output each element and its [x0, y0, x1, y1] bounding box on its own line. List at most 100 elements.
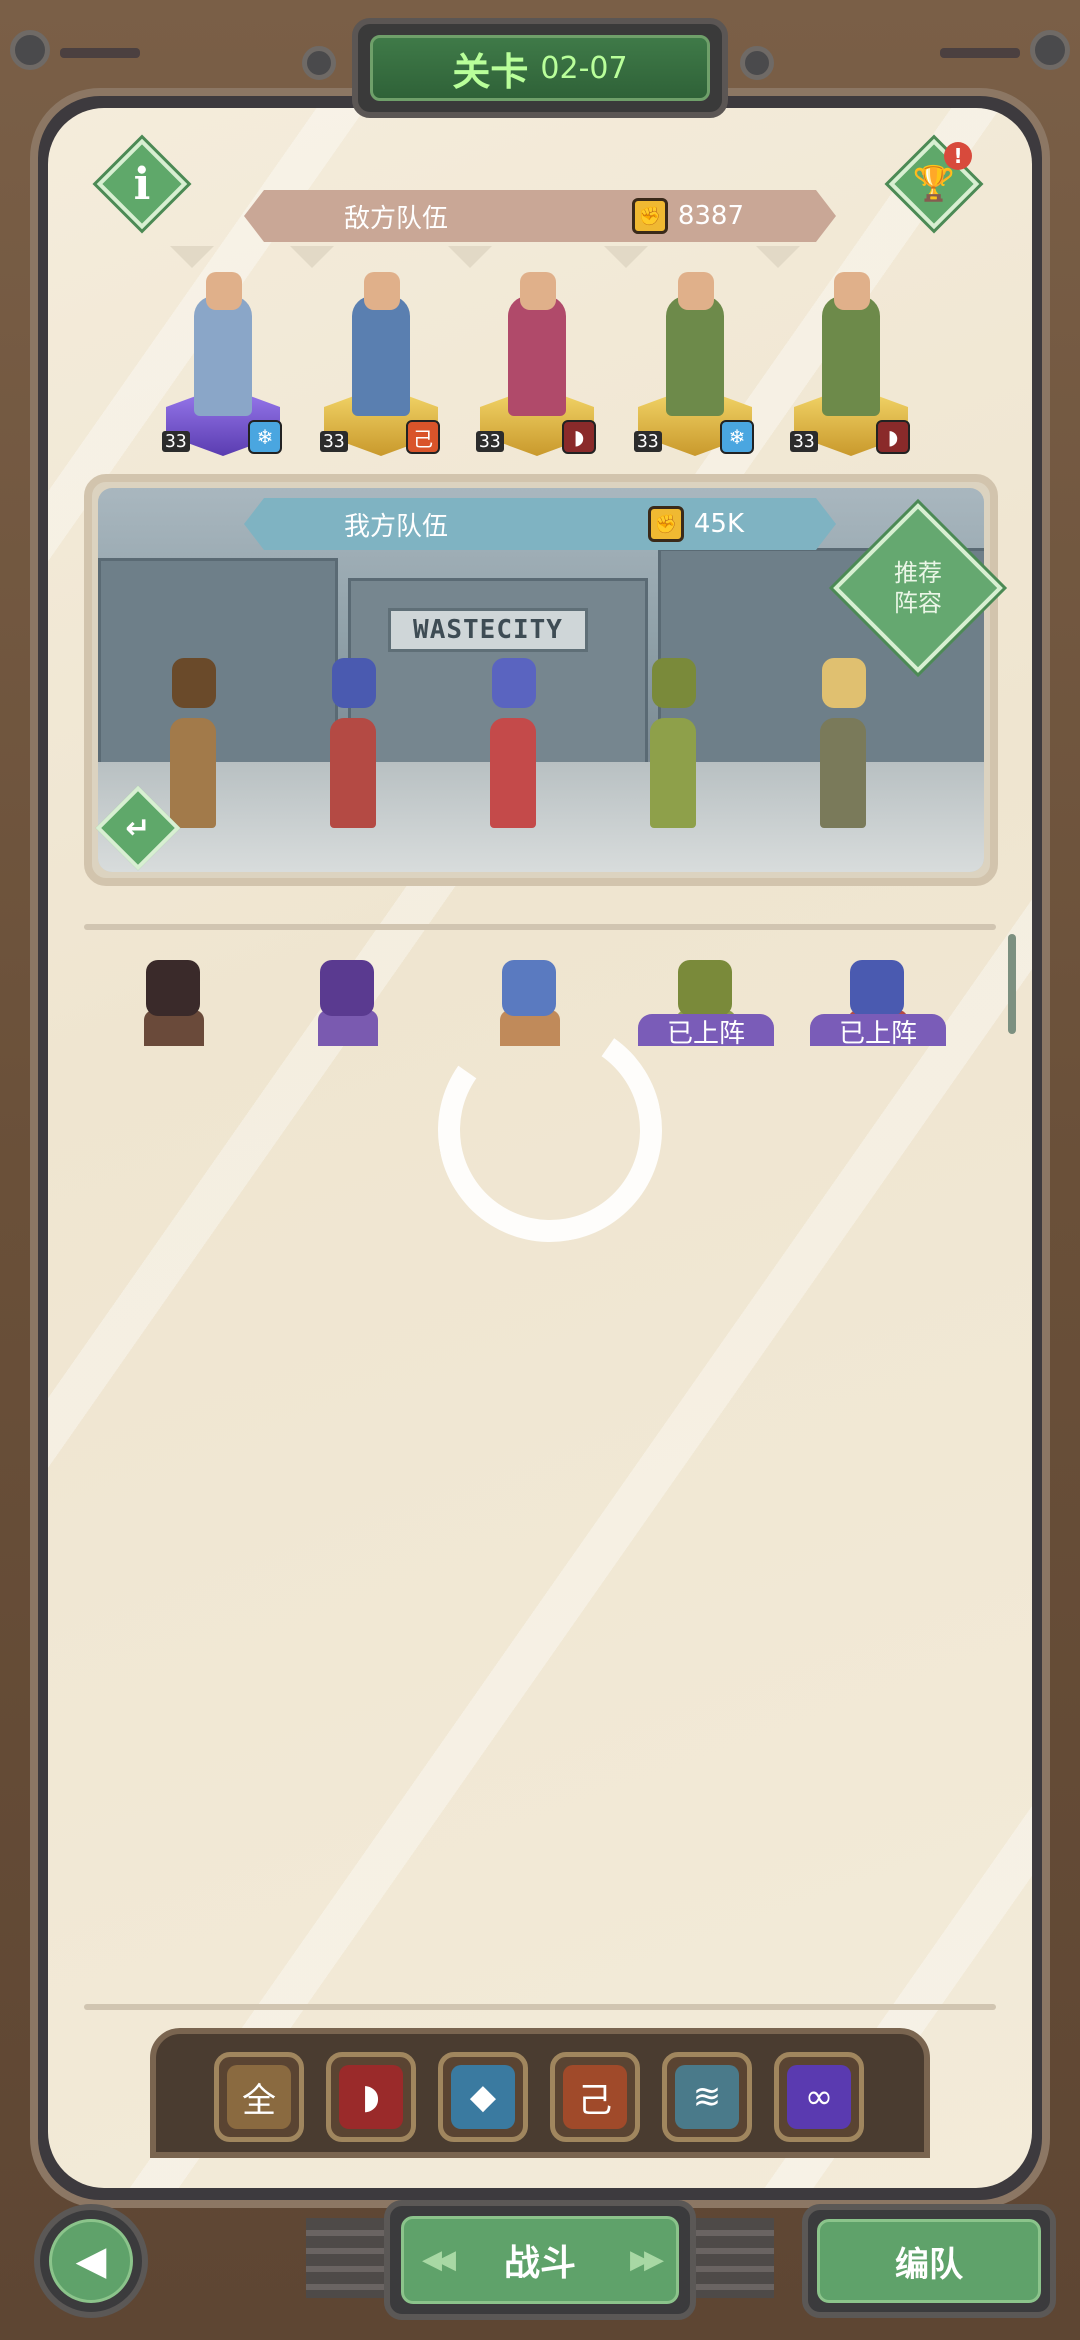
enemy-power: ✊ 8387: [632, 198, 744, 234]
unit-figure: [822, 296, 880, 416]
back-arrow-icon: ◀: [49, 2219, 133, 2303]
infinity-icon: ∞: [787, 2065, 851, 2129]
roster-hero-card[interactable]: 已上阵: [636, 940, 776, 1046]
stage-number: 02-07: [540, 50, 628, 86]
fight-wing-right: [684, 2218, 774, 2298]
slot-marker: [290, 246, 334, 268]
deployed-tag: 已上阵: [810, 1014, 946, 1046]
unit-figure: [194, 296, 252, 416]
hero-head: [332, 658, 376, 708]
roster-hero-head: [146, 960, 200, 1016]
hero-head: [652, 658, 696, 708]
deployed-tag: 已上阵: [638, 1014, 774, 1046]
hero-body: [650, 718, 696, 828]
ally-power-value: 45K: [693, 509, 744, 539]
fight-arrows-right-icon: ▶▶: [629, 2245, 664, 2275]
feather-icon: ≋: [675, 2065, 739, 2129]
top-rail-left: [60, 48, 140, 58]
bolt-title-right: [740, 46, 774, 80]
roster-hero-card[interactable]: 已上阵: [808, 940, 948, 1046]
unit-head: [678, 272, 714, 310]
stage-title-plate: 关卡 02-07: [352, 18, 728, 118]
wolf-icon: ◆: [451, 2065, 515, 2129]
element-icon: ❄: [720, 420, 754, 454]
unit-figure: [508, 296, 566, 416]
roster-hero-card[interactable]: [278, 940, 418, 1046]
unit-level: 33: [790, 431, 818, 452]
ally-hero[interactable]: [808, 658, 878, 828]
ally-team-banner: 我方队伍 ✊ 45K: [244, 498, 836, 550]
back-button[interactable]: ◀: [34, 2204, 148, 2318]
fist-icon: ✊: [648, 506, 684, 542]
ally-hero[interactable]: [158, 658, 228, 828]
unit-level: 33: [476, 431, 504, 452]
unit-head: [206, 272, 242, 310]
fight-button[interactable]: ◀◀ 战斗 ▶▶: [384, 2200, 696, 2320]
fight-label: 战斗: [503, 2243, 576, 2284]
hero-body: [490, 718, 536, 828]
roster-hero-head: [502, 960, 556, 1016]
enemy-power-value: 8387: [677, 201, 744, 231]
filter-fire-button[interactable]: 己: [550, 2052, 640, 2142]
fire-icon: 己: [563, 2065, 627, 2129]
element-icon: ❄: [248, 420, 282, 454]
element-icon: 己: [406, 420, 440, 454]
undo-icon: ↵: [125, 810, 151, 846]
trophy-alert-badge: !: [944, 142, 972, 170]
red-icon: ◗: [339, 2065, 403, 2129]
bolt-title-left: [302, 46, 336, 80]
filter-infinity-button[interactable]: ∞: [774, 2052, 864, 2142]
ally-hero[interactable]: [638, 658, 708, 828]
enemy-unit[interactable]: 33 ❄: [630, 266, 760, 456]
hero-body: [820, 718, 866, 828]
filter-red-button[interactable]: ◗: [326, 2052, 416, 2142]
fight-wing-left: [306, 2218, 396, 2298]
enemy-unit[interactable]: 33 己: [316, 266, 446, 456]
roster-divider-bottom: [84, 2004, 996, 2010]
top-rail-right: [940, 48, 1020, 58]
fist-icon: ✊: [632, 198, 668, 234]
unit-figure: [666, 296, 724, 416]
element-icon: ◗: [562, 420, 596, 454]
formation-button[interactable]: 编队: [802, 2204, 1056, 2318]
bolt-left: [10, 30, 50, 70]
roster-hero-card[interactable]: [104, 940, 244, 1046]
roster-hero-head: [320, 960, 374, 1016]
unit-head: [520, 272, 556, 310]
slot-marker: [448, 246, 492, 268]
unit-level: 33: [634, 431, 662, 452]
ally-hero[interactable]: [478, 658, 548, 828]
unit-head: [834, 272, 870, 310]
hero-head: [822, 658, 866, 708]
slot-marker: [170, 246, 214, 268]
roster-scrollbar[interactable]: [1008, 934, 1016, 1034]
hero-head: [172, 658, 216, 708]
formation-label: 编队: [817, 2219, 1041, 2303]
enemy-unit[interactable]: 33 ◗: [472, 266, 602, 456]
element-icon: ◗: [876, 420, 910, 454]
roster-hero-head: [850, 960, 904, 1016]
filter-wolf-button[interactable]: ◆: [438, 2052, 528, 2142]
roster-divider-top: [84, 924, 996, 930]
unit-head: [364, 272, 400, 310]
ally-hero[interactable]: [318, 658, 388, 828]
roster-hero-head: [678, 960, 732, 1016]
stage-label: 关卡: [452, 49, 529, 94]
unit-level: 33: [162, 431, 190, 452]
recommend-lineup-label: 推荐 阵容: [858, 538, 978, 638]
enemy-unit[interactable]: 33 ◗: [786, 266, 916, 456]
enemy-unit[interactable]: 33 ❄: [158, 266, 288, 456]
hero-body: [170, 718, 216, 828]
scene-sign: WASTECITY: [388, 608, 588, 652]
filter-feather-button[interactable]: ≋: [662, 2052, 752, 2142]
enemy-team-label: 敌方队伍: [344, 203, 449, 234]
recommend-label-line2: 阵容: [894, 589, 942, 617]
all-icon: 全: [227, 2065, 291, 2129]
bolt-right: [1030, 30, 1070, 70]
enemy-team-banner: 敌方队伍 ✊ 8387: [244, 190, 836, 242]
filter-all-button[interactable]: 全: [214, 2052, 304, 2142]
unit-figure: [352, 296, 410, 416]
slot-marker: [756, 246, 800, 268]
slot-marker: [604, 246, 648, 268]
ally-power: ✊ 45K: [648, 506, 744, 542]
